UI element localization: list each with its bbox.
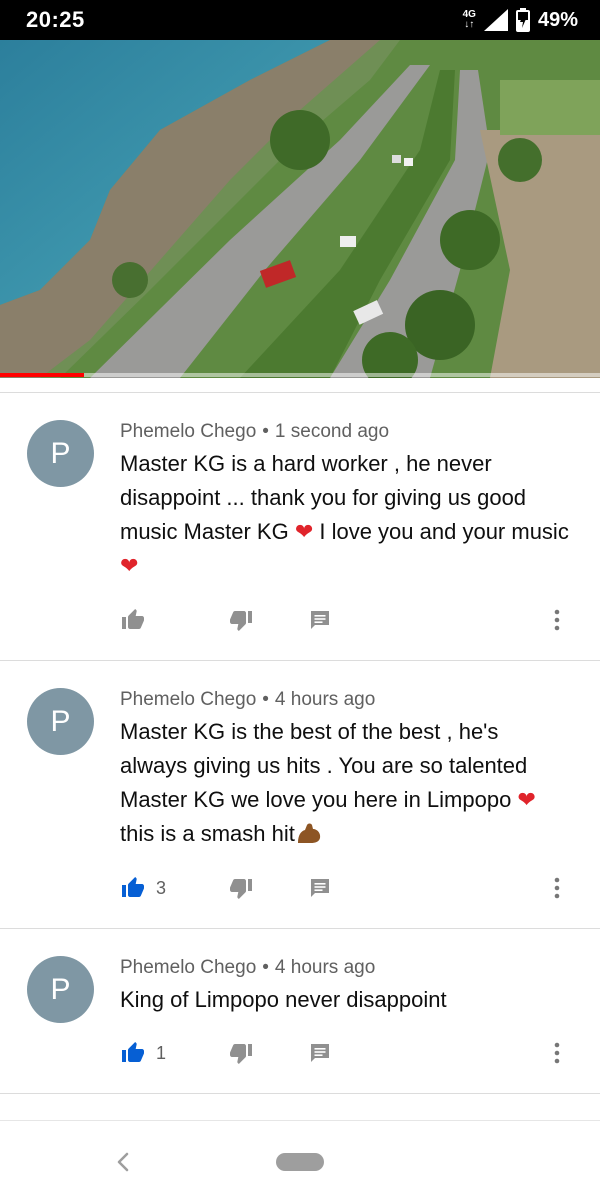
comment-time: 4 hours ago [274, 957, 376, 978]
reply-button[interactable] [308, 876, 332, 900]
comment-author[interactable]: Phemelo Chego [120, 957, 256, 978]
video-frame [0, 40, 600, 378]
comment-text: King of Limpopo never disappoint [120, 983, 570, 1017]
video-progress-fill [0, 373, 84, 377]
signal-icon [483, 9, 508, 31]
dislike-button[interactable] [228, 608, 308, 632]
more-vert-icon [554, 609, 560, 631]
meta-separator: • [262, 689, 269, 710]
comment-meta: Phemelo Chego • 4 hours ago [120, 689, 375, 711]
thumbs-up-icon [122, 877, 144, 897]
avatar[interactable]: P [27, 420, 94, 487]
video-player[interactable] [0, 40, 600, 378]
more-options-button[interactable] [554, 876, 560, 900]
comment-text-part: King of Limpopo never disappoint [120, 987, 447, 1012]
home-pill[interactable] [276, 1153, 324, 1171]
like-count: 3 [156, 877, 167, 898]
flexed-biceps-emoji-icon [297, 823, 320, 843]
reply-icon [311, 1044, 329, 1062]
more-options-button[interactable] [554, 1041, 560, 1065]
comment-actions: 3 [120, 870, 580, 906]
comment-actions [120, 602, 580, 638]
like-button[interactable]: 3 [120, 876, 228, 900]
comments-list: P Phemelo Chego • 1 second ago Master KG i… [0, 392, 600, 1094]
dislike-button[interactable] [228, 876, 308, 900]
system-nav-bar [0, 1120, 600, 1200]
comment-text-part: this is a smash hit [120, 821, 295, 846]
comment-text-part: I love you and your music [313, 519, 569, 544]
meta-separator: • [262, 421, 269, 442]
avatar[interactable]: P [27, 956, 94, 1023]
divider [0, 1093, 600, 1094]
battery-charging-icon [515, 8, 530, 32]
comment-text: Master KG is a hard worker , he never di… [120, 447, 570, 583]
reply-button[interactable] [308, 608, 332, 632]
comment-meta: Phemelo Chego • 4 hours ago [120, 957, 375, 979]
like-button[interactable] [120, 608, 228, 632]
thumbs-down-icon [230, 879, 252, 899]
comment-author[interactable]: Phemelo Chego [120, 421, 256, 442]
data-arrows-icon: ↓↑ [464, 19, 475, 30]
meta-separator: • [262, 957, 269, 978]
comment-item: P Phemelo Chego • 4 hours ago King of Limp… [0, 929, 600, 1093]
like-count: 1 [156, 1042, 167, 1063]
more-vert-icon [554, 1042, 560, 1064]
thumbs-down-icon [230, 611, 252, 631]
heart-emoji-icon: ❤ [120, 553, 139, 578]
comment-actions: 1 [120, 1035, 580, 1071]
network-indicator: 4G ↓↑ [463, 10, 476, 30]
more-vert-icon [554, 877, 560, 899]
more-options-button[interactable] [554, 608, 560, 632]
dislike-button[interactable] [228, 1041, 308, 1065]
comment-text-part: Master KG is the best of the best , he's… [120, 719, 528, 812]
heart-emoji-icon: ❤ [294, 519, 314, 544]
reply-icon [311, 879, 329, 897]
thumbs-up-icon [122, 609, 144, 629]
comment-time: 1 second ago [274, 421, 390, 442]
back-icon[interactable] [110, 1149, 136, 1175]
like-button[interactable]: 1 [120, 1041, 228, 1065]
status-icons: 4G ↓↑ 49% [463, 8, 578, 32]
comment-time: 4 hours ago [274, 689, 376, 710]
avatar[interactable]: P [27, 688, 94, 755]
comment-item: P Phemelo Chego • 4 hours ago Master KG is… [0, 661, 600, 928]
status-time: 20:25 [26, 7, 85, 32]
thumbs-down-icon [230, 1044, 252, 1064]
comment-author[interactable]: Phemelo Chego [120, 689, 256, 710]
reply-button[interactable] [308, 1041, 332, 1065]
battery-percent: 49% [537, 8, 578, 31]
status-bar: 20:25 4G ↓↑ 49% [0, 0, 600, 40]
heart-emoji-icon: ❤ [517, 787, 536, 812]
video-progress-bar[interactable] [0, 373, 600, 377]
thumbs-up-icon [122, 1042, 144, 1062]
comment-text: Master KG is the best of the best , he's… [120, 715, 570, 851]
reply-icon [311, 611, 329, 629]
comment-item: P Phemelo Chego • 1 second ago Master KG i… [0, 393, 600, 660]
comment-meta: Phemelo Chego • 1 second ago [120, 421, 389, 443]
